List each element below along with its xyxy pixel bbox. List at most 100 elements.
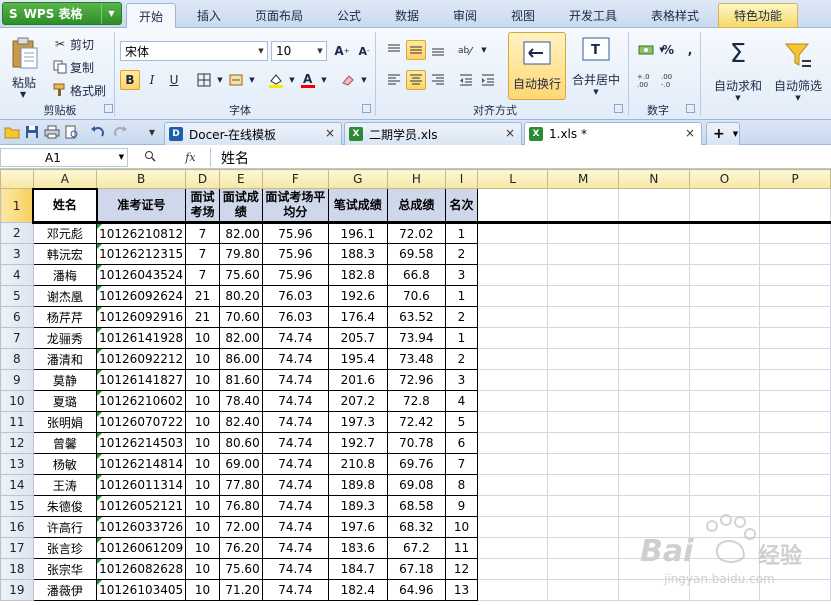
empty-cell[interactable] — [618, 188, 690, 224]
table-cell[interactable]: 潘梅 — [32, 264, 98, 286]
close-icon[interactable]: × — [325, 126, 335, 140]
column-header[interactable]: E — [218, 169, 263, 189]
empty-cell[interactable] — [618, 390, 690, 412]
table-cell[interactable]: 1 — [445, 327, 478, 349]
empty-cell[interactable] — [476, 243, 549, 265]
header-cell[interactable]: 面试成绩 — [218, 188, 263, 224]
table-cell[interactable]: 10126092624 — [96, 285, 187, 307]
header-cell[interactable]: 名次 — [445, 188, 478, 224]
row-header[interactable]: 10 — [0, 390, 34, 412]
empty-cell[interactable] — [476, 453, 549, 475]
table-cell[interactable]: 韩沅宏 — [32, 243, 98, 265]
tab-review[interactable]: 审阅 — [440, 3, 490, 28]
empty-cell[interactable] — [618, 327, 690, 349]
table-cell[interactable]: 188.3 — [328, 243, 388, 265]
table-cell[interactable]: 76.03 — [261, 285, 330, 307]
empty-cell[interactable] — [618, 285, 690, 307]
align-left-icon[interactable] — [384, 70, 404, 90]
table-cell[interactable]: 10126043524 — [96, 264, 187, 286]
table-cell[interactable]: 74.74 — [261, 348, 330, 370]
row-header[interactable]: 19 — [0, 579, 34, 601]
save-icon[interactable] — [24, 124, 40, 140]
table-cell[interactable]: 杨敏 — [32, 453, 98, 475]
table-cell[interactable]: 10 — [185, 537, 220, 559]
table-cell[interactable]: 许高行 — [32, 516, 98, 538]
table-cell[interactable]: 10126210812 — [96, 222, 187, 244]
empty-cell[interactable] — [476, 222, 549, 244]
grow-font-icon[interactable]: A + — [332, 41, 352, 61]
empty-cell[interactable] — [688, 474, 761, 496]
align-center-icon[interactable] — [406, 70, 426, 90]
column-header[interactable]: H — [386, 169, 447, 189]
table-cell[interactable]: 朱德俊 — [32, 495, 98, 517]
table-cell[interactable]: 182.4 — [328, 579, 388, 601]
table-cell[interactable]: 10126052121 — [96, 495, 187, 517]
close-icon[interactable]: × — [685, 126, 695, 140]
table-cell[interactable]: 2 — [445, 243, 478, 265]
table-cell[interactable]: 4 — [445, 390, 478, 412]
table-cell[interactable]: 7 — [185, 264, 220, 286]
table-cell[interactable]: 张明娟 — [32, 411, 98, 433]
table-cell[interactable]: 66.8 — [386, 264, 447, 286]
table-cell[interactable]: 67.2 — [386, 537, 447, 559]
header-cell[interactable]: 准考证号 — [96, 188, 187, 224]
tab-formulas[interactable]: 公式 — [324, 3, 374, 28]
app-menu-button[interactable]: 𝗦 WPS 表格 ▼ — [2, 2, 122, 25]
table-cell[interactable]: 76.80 — [218, 495, 263, 517]
empty-cell[interactable] — [476, 390, 549, 412]
tab-data[interactable]: 数据 — [382, 3, 432, 28]
font-name-select[interactable]: 宋体 ▼ — [120, 41, 268, 61]
table-cell[interactable]: 197.6 — [328, 516, 388, 538]
table-cell[interactable]: 82.00 — [218, 327, 263, 349]
empty-cell[interactable] — [547, 432, 620, 454]
table-cell[interactable]: 张宗华 — [32, 558, 98, 580]
empty-cell[interactable] — [688, 369, 761, 391]
table-cell[interactable]: 76.03 — [261, 306, 330, 328]
table-cell[interactable]: 68.32 — [386, 516, 447, 538]
font-launcher-icon[interactable] — [362, 104, 371, 113]
table-cell[interactable]: 1 — [445, 285, 478, 307]
empty-cell[interactable] — [476, 474, 549, 496]
table-cell[interactable]: 10126033726 — [96, 516, 187, 538]
empty-cell[interactable] — [547, 243, 620, 265]
row-header[interactable]: 12 — [0, 432, 34, 454]
table-cell[interactable]: 10 — [185, 327, 220, 349]
new-tab-button[interactable]: + ▼ — [706, 122, 740, 145]
empty-cell[interactable] — [547, 264, 620, 286]
empty-cell[interactable] — [618, 453, 690, 475]
chevron-down-icon[interactable]: ▼ — [314, 70, 334, 90]
table-cell[interactable]: 205.7 — [328, 327, 388, 349]
empty-cell[interactable] — [476, 306, 549, 328]
column-header[interactable]: D — [185, 169, 220, 189]
empty-cell[interactable] — [688, 453, 761, 475]
empty-cell[interactable] — [759, 390, 831, 412]
table-cell[interactable]: 86.00 — [218, 348, 263, 370]
empty-cell[interactable] — [547, 453, 620, 475]
align-middle-icon[interactable] — [406, 40, 426, 60]
align-bottom-icon[interactable] — [428, 40, 448, 60]
empty-cell[interactable] — [688, 390, 761, 412]
column-header[interactable]: A — [32, 169, 98, 189]
table-cell[interactable]: 196.1 — [328, 222, 388, 244]
table-cell[interactable]: 201.6 — [328, 369, 388, 391]
empty-cell[interactable] — [759, 369, 831, 391]
active-cell[interactable]: 姓名 — [32, 187, 98, 224]
table-cell[interactable]: 10126082628 — [96, 558, 187, 580]
empty-cell[interactable] — [547, 495, 620, 517]
table-cell[interactable]: 63.52 — [386, 306, 447, 328]
column-header[interactable]: O — [688, 169, 761, 189]
table-cell[interactable]: 10126061209 — [96, 537, 187, 559]
table-cell[interactable]: 82.00 — [218, 222, 263, 244]
table-cell[interactable]: 74.74 — [261, 495, 330, 517]
format-painter-icon[interactable] — [52, 82, 68, 98]
empty-cell[interactable] — [547, 411, 620, 433]
customize-quick-access-icon[interactable]: ▼ — [144, 124, 160, 140]
empty-cell[interactable] — [476, 411, 549, 433]
empty-cell[interactable] — [688, 264, 761, 286]
empty-cell[interactable] — [759, 188, 831, 224]
insert-function-button[interactable]: fx — [185, 151, 195, 164]
empty-cell[interactable] — [618, 222, 690, 244]
chevron-down-icon[interactable]: ▼ — [795, 94, 800, 102]
table-cell[interactable]: 10126011314 — [96, 474, 187, 496]
table-cell[interactable]: 69.58 — [386, 243, 447, 265]
